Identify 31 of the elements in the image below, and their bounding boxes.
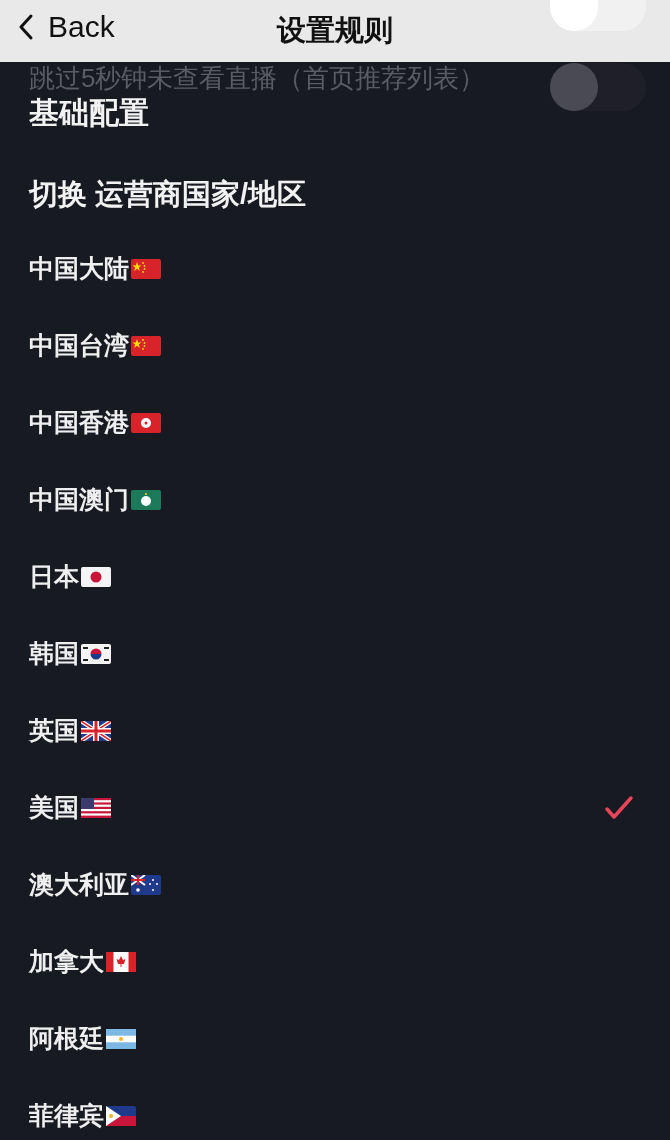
flag-icon bbox=[106, 1105, 136, 1126]
region-option[interactable]: 中国香港 bbox=[29, 384, 640, 461]
chevron-icon bbox=[18, 13, 34, 41]
region-option[interactable]: 韩国 bbox=[29, 615, 640, 692]
region-option[interactable]: 英国 bbox=[29, 692, 640, 769]
flag-icon bbox=[106, 1028, 136, 1049]
region-option[interactable]: 加拿大 bbox=[29, 923, 640, 1000]
flag-icon bbox=[131, 874, 161, 895]
region-option[interactable]: 菲律宾 bbox=[29, 1077, 640, 1140]
flag-icon bbox=[81, 720, 111, 741]
region-option[interactable]: 中国澳门 bbox=[29, 461, 640, 538]
setting-label: 跳过5秒钟未查看直播（首页推荐列表） bbox=[29, 63, 486, 93]
toggle-switch[interactable] bbox=[550, 63, 646, 111]
region-option[interactable]: 中国大陆 bbox=[29, 230, 640, 307]
region-option[interactable]: 美国 bbox=[29, 769, 640, 846]
flag-icon bbox=[106, 951, 136, 972]
flag-icon bbox=[131, 258, 161, 279]
flag-icon bbox=[81, 797, 111, 818]
flag-icon bbox=[81, 566, 111, 587]
region-option[interactable]: 阿根廷 bbox=[29, 1000, 640, 1077]
flag-icon bbox=[81, 643, 111, 664]
flag-icon bbox=[131, 412, 161, 433]
back-button[interactable]: Back bbox=[14, 6, 119, 48]
flag-icon bbox=[131, 489, 161, 510]
region-option[interactable]: 澳大利亚 bbox=[29, 846, 640, 923]
section-heading: 切换 运营商国家/地区 bbox=[29, 177, 308, 212]
section-title: 基础配置 bbox=[29, 95, 149, 131]
page-title: 设置规则 bbox=[277, 13, 393, 48]
region-option[interactable]: 中国台湾 bbox=[29, 307, 640, 384]
region-option[interactable]: 日本 bbox=[29, 538, 640, 615]
flag-icon bbox=[131, 335, 161, 356]
